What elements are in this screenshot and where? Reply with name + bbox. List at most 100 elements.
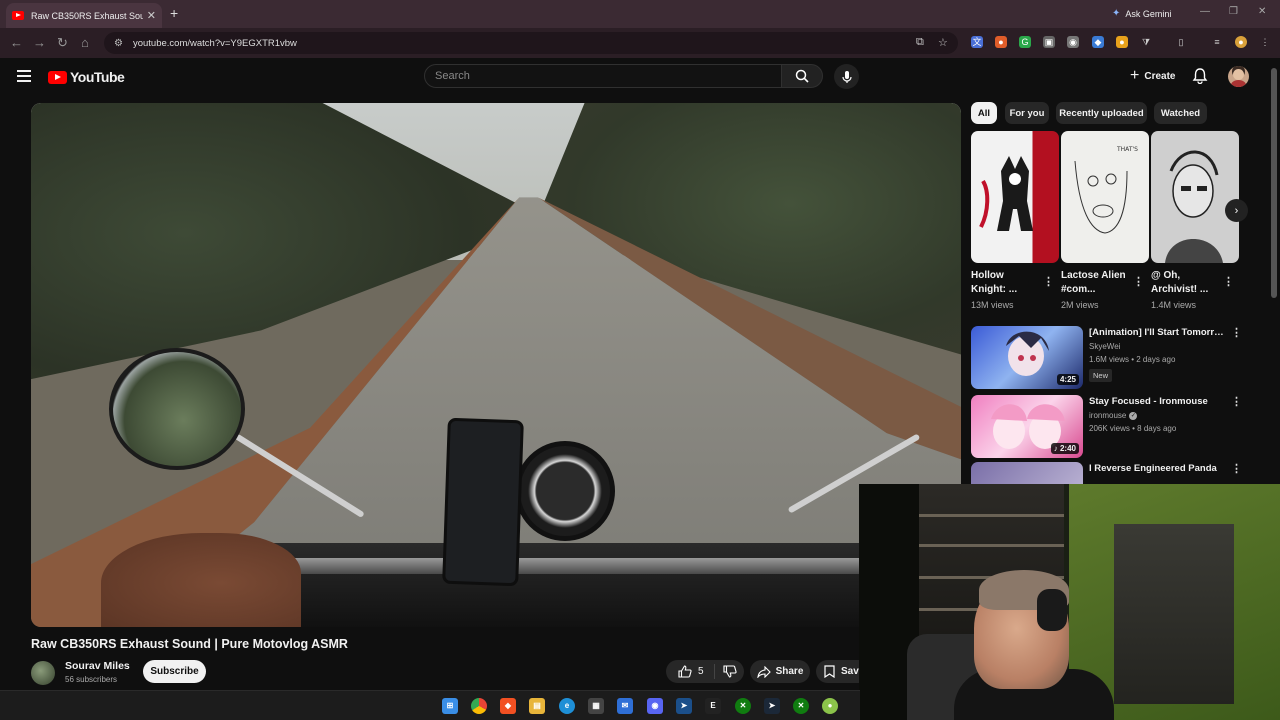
page-scrollbar[interactable] [1271, 68, 1277, 298]
bookmark-star-icon[interactable]: ☆ [938, 36, 948, 49]
close-window-icon[interactable]: ✕ [1258, 6, 1266, 17]
extension-blue-icon[interactable]: ◆ [1092, 36, 1104, 48]
reading-list-icon[interactable]: ≡ [1211, 36, 1223, 48]
mail-icon[interactable]: ✉ [617, 698, 633, 714]
translate-extension-icon[interactable]: 文 [971, 36, 983, 48]
search-box[interactable] [424, 64, 782, 88]
chip-recently-uploaded[interactable]: Recently uploaded [1056, 102, 1147, 124]
chip-watched[interactable]: Watched [1154, 102, 1207, 124]
home-icon[interactable]: ⌂ [81, 35, 89, 50]
share-button[interactable]: Share [750, 660, 810, 683]
recommendation-channel: ironmouse [1089, 411, 1127, 420]
new-tab-button[interactable]: + [170, 5, 178, 21]
discord-icon[interactable]: ◉ [647, 698, 663, 714]
share-label: Share [775, 666, 804, 677]
chip-all[interactable]: All [971, 102, 997, 124]
like-button[interactable]: 5 [666, 664, 715, 679]
short-views: 13M views [971, 300, 1014, 310]
shorts-next-chevron-icon[interactable]: › [1225, 199, 1248, 222]
recommendation-thumbnail[interactable] [971, 462, 1083, 484]
start-windows-icon[interactable]: ⊞ [442, 698, 458, 714]
extension-image-icon[interactable]: ▣ [1043, 36, 1055, 48]
file-explorer-icon[interactable]: ▤ [529, 698, 545, 714]
minimize-icon[interactable]: — [1200, 6, 1210, 17]
hamburger-menu-icon[interactable] [17, 70, 31, 82]
recommendation-more-icon[interactable]: ⋮ [1231, 395, 1242, 408]
recommendation-item[interactable]: 4:25 [Animation] I'll Start Tomorrow... … [971, 326, 1242, 390]
notifications-bell-icon[interactable] [1192, 67, 1208, 84]
address-bar[interactable]: ⚙ youtube.com/watch?v=Y9EGXTR1vbw [104, 32, 958, 54]
extensions-puzzle-icon[interactable]: ⧩ [1140, 36, 1152, 48]
extension-camera-icon[interactable]: ◉ [1067, 36, 1079, 48]
short-more-icon[interactable]: ⋮ [1223, 275, 1234, 288]
chrome-icon[interactable] [471, 698, 487, 714]
recommendation-item[interactable]: ♪ 2:40 Stay Focused - Ironmouse ironmous… [971, 395, 1242, 459]
short-more-icon[interactable]: ⋮ [1043, 275, 1054, 288]
forward-icon[interactable]: → [33, 35, 46, 50]
subscribe-button[interactable]: Subscribe [143, 660, 206, 683]
search-input[interactable] [425, 65, 781, 87]
install-app-icon[interactable]: ⧉ [916, 36, 924, 49]
extension-orange-icon[interactable]: ● [995, 36, 1007, 48]
recommendation-channel-row[interactable]: ironmouse ✓ [1089, 411, 1138, 420]
steam-client-icon[interactable]: ➤ [764, 698, 780, 714]
channel-name[interactable]: Sourav Miles [65, 660, 130, 672]
side-panel-icon[interactable]: ▯ [1175, 36, 1187, 48]
youtube-logo-text: YouTube [70, 69, 125, 85]
xbox-app-icon[interactable]: ✕ [793, 698, 809, 714]
steam-icon[interactable]: ➤ [676, 698, 692, 714]
short-title[interactable]: Lactose Alien #com... [1061, 269, 1131, 297]
url-text: youtube.com/watch?v=Y9EGXTR1vbw [132, 37, 297, 49]
windows-taskbar: ⊞ ◆ ▤ e ▦ ✉ ◉ ➤ E ✕ ➤ ✕ ● [0, 690, 860, 720]
android-icon[interactable]: ● [822, 698, 838, 714]
like-dislike-group: 5 [666, 660, 744, 683]
epic-games-icon[interactable]: E [705, 698, 721, 714]
video-title: Raw CB350RS Exhaust Sound | Pure Motovlo… [31, 637, 348, 651]
video-frame-phone-mount [442, 417, 524, 587]
dislike-button[interactable] [715, 665, 737, 678]
short-thumbnail[interactable] [1151, 131, 1239, 263]
extension-yellow-icon[interactable]: ● [1116, 36, 1128, 48]
reload-icon[interactable]: ↻ [57, 35, 68, 51]
short-thumbnail[interactable]: THAT'S [1061, 131, 1149, 263]
duration-badge: ♪ 2:40 [1050, 443, 1079, 454]
recommendation-more-icon[interactable]: ⋮ [1231, 462, 1241, 475]
recommendation-thumbnail[interactable]: 4:25 [971, 326, 1083, 389]
recommendation-item[interactable]: I Reverse Engineered Panda ⋮ [971, 462, 1241, 484]
profile-avatar-icon[interactable]: ● [1235, 36, 1247, 48]
back-icon[interactable]: ← [10, 35, 23, 50]
short-more-icon[interactable]: ⋮ [1133, 275, 1144, 288]
ask-gemini-button[interactable]: ✦ Ask Gemini [1104, 4, 1179, 23]
store-icon[interactable]: ▦ [588, 698, 604, 714]
recommendation-channel[interactable]: SkyeWei [1089, 342, 1120, 351]
edge-icon[interactable]: e [559, 698, 575, 714]
create-label: Create [1144, 70, 1176, 82]
create-button[interactable]: + Create [1122, 64, 1183, 88]
short-title[interactable]: @ Oh, Archivist! ... [1151, 269, 1221, 297]
tab-close-icon[interactable]: ✕ [147, 9, 156, 22]
maximize-icon[interactable]: ❐ [1229, 6, 1238, 17]
browser-tab-strip: Raw CB350RS Exhaust Sound | ✕ + ✦ Ask Ge… [0, 0, 1280, 28]
site-info-icon[interactable]: ⚙ [114, 38, 123, 49]
video-player[interactable] [31, 103, 961, 627]
voice-search-button[interactable] [834, 64, 859, 89]
short-art-archivist [1165, 150, 1223, 263]
grammarly-extension-icon[interactable]: G [1019, 36, 1031, 48]
plus-icon: + [1130, 67, 1140, 84]
recommendation-more-icon[interactable]: ⋮ [1231, 326, 1242, 339]
recommendation-thumbnail[interactable]: ♪ 2:40 [971, 395, 1083, 458]
search-button[interactable] [781, 64, 823, 88]
chip-for-you[interactable]: For you [1005, 102, 1049, 124]
account-avatar[interactable] [1228, 66, 1249, 87]
video-frame-handlebar [221, 558, 961, 574]
subscriber-count: 56 subscribers [65, 675, 118, 684]
browser-tab[interactable]: Raw CB350RS Exhaust Sound | ✕ [6, 3, 162, 28]
xbox-icon[interactable]: ✕ [735, 698, 751, 714]
brave-icon[interactable]: ◆ [500, 698, 516, 714]
short-thumbnail[interactable] [971, 131, 1059, 263]
youtube-logo[interactable]: YouTube [48, 69, 125, 85]
channel-avatar[interactable] [31, 661, 55, 685]
youtube-favicon-icon [12, 11, 24, 20]
short-title[interactable]: Hollow Knight: ... [971, 269, 1041, 297]
browser-menu-icon[interactable]: ⋮ [1259, 36, 1271, 48]
